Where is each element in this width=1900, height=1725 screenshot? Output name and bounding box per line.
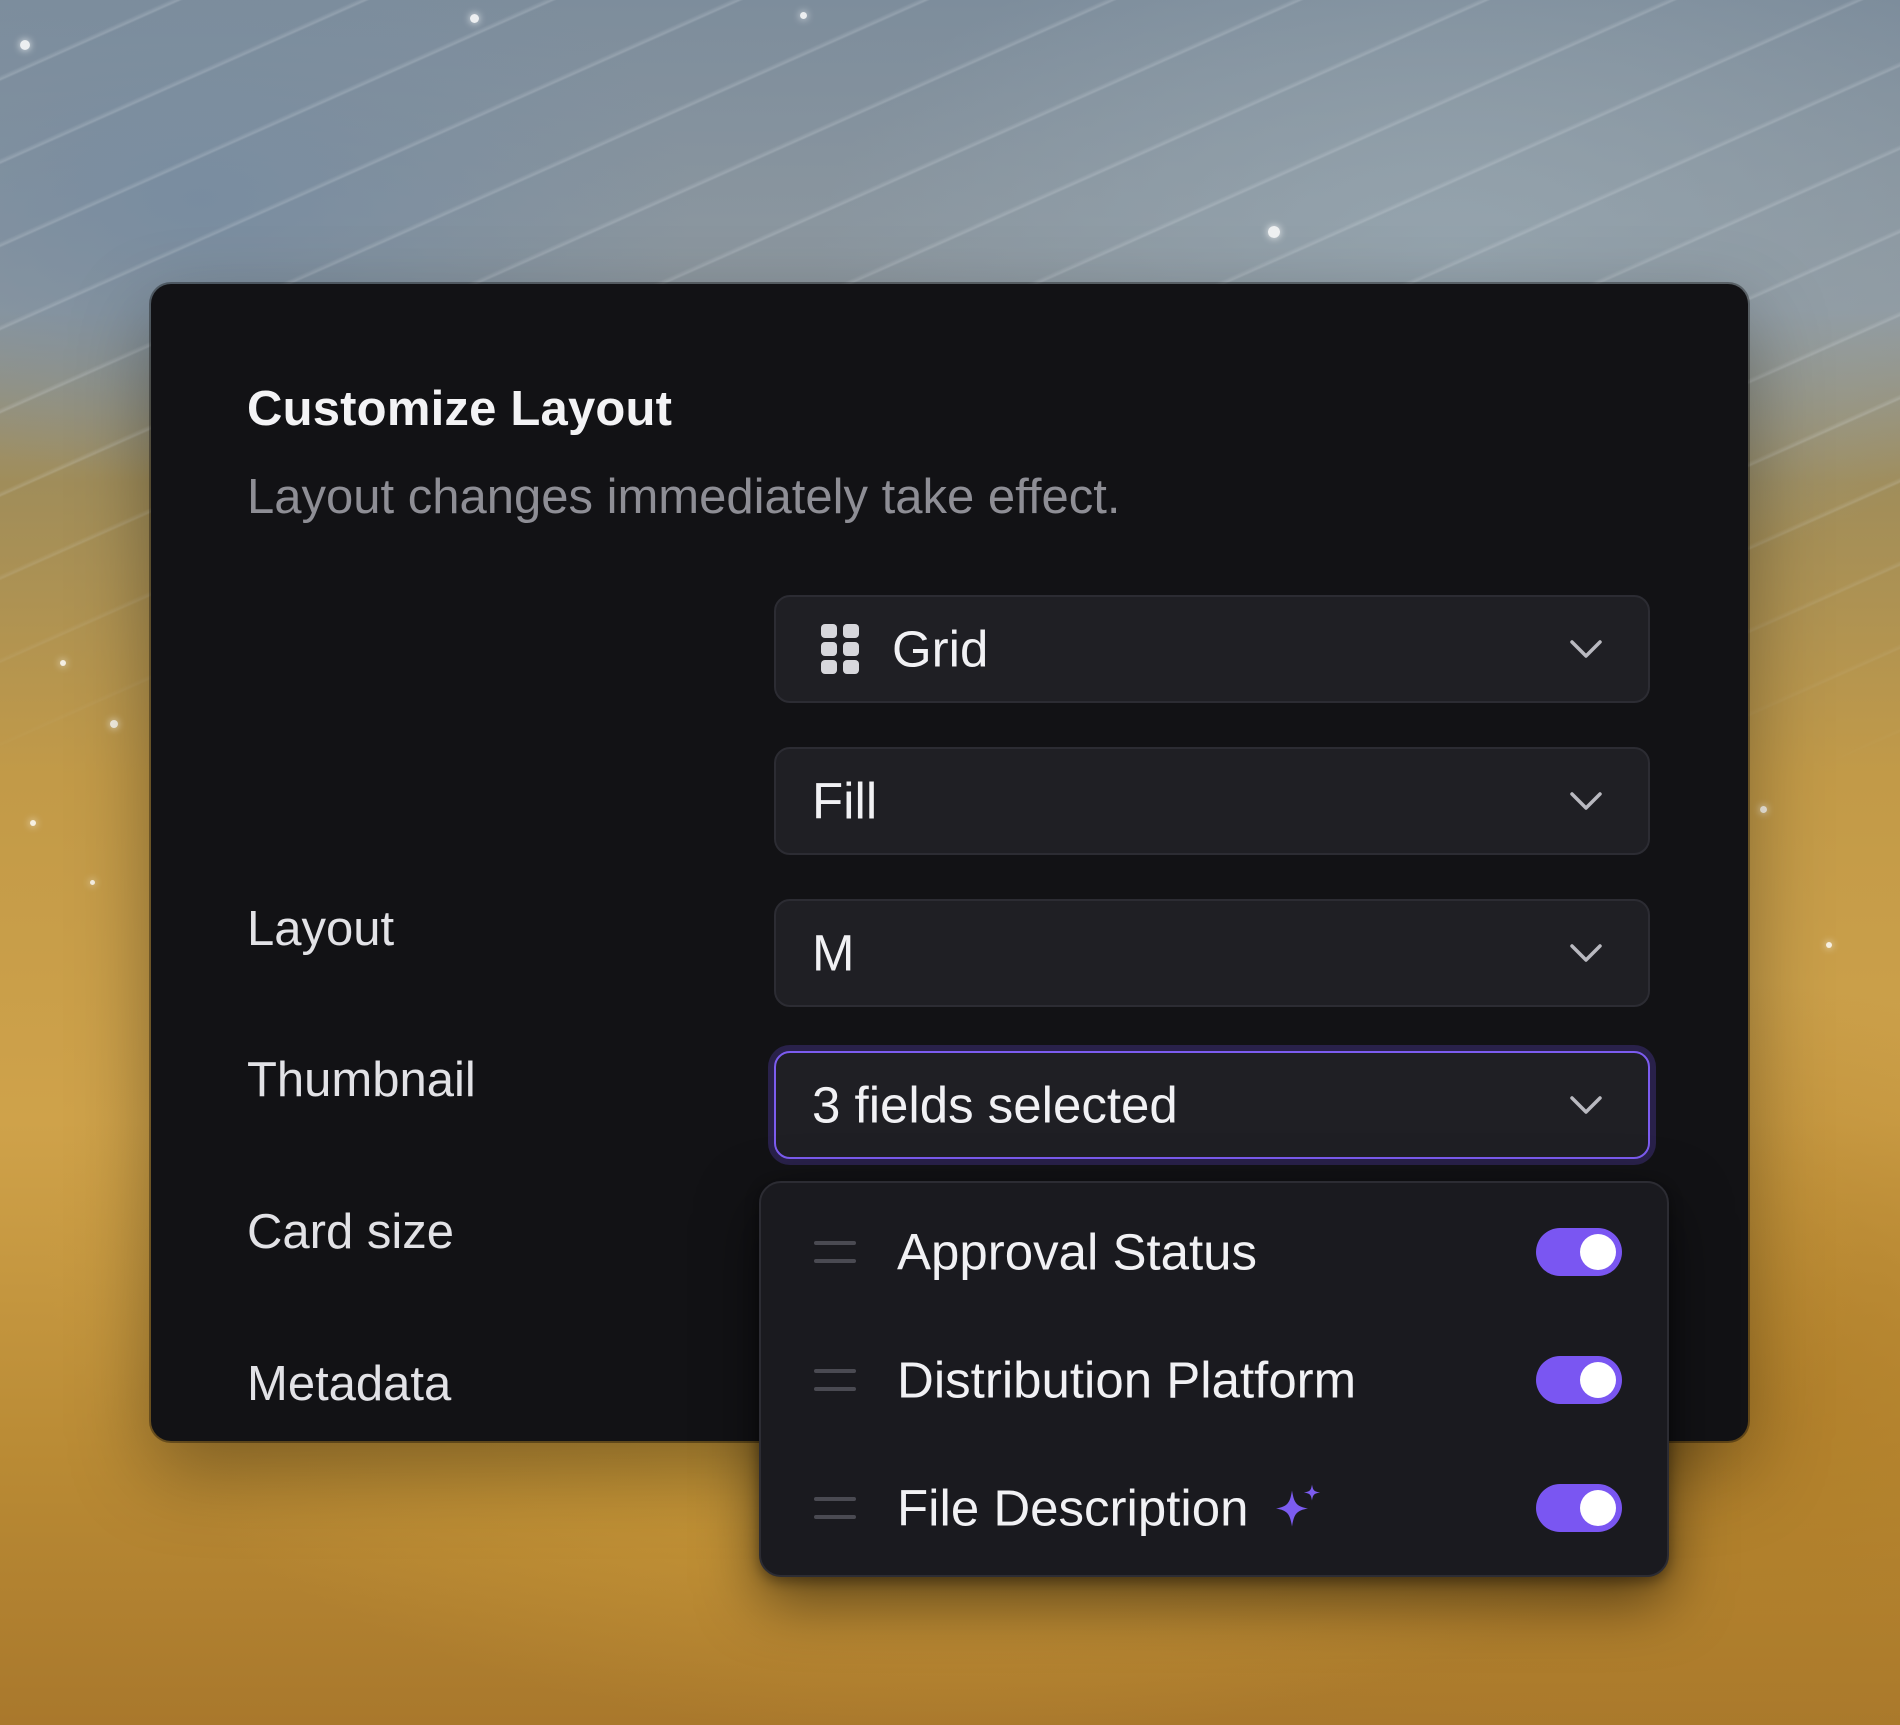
chevron-down-icon: [1570, 944, 1602, 962]
card-size-select-value: M: [812, 924, 855, 982]
toggle-knob: [1580, 1490, 1616, 1526]
file-description-toggle[interactable]: [1536, 1484, 1622, 1532]
sparkle-icon: [1276, 1484, 1321, 1527]
metadata-select[interactable]: 3 fields selected: [774, 1051, 1650, 1159]
drag-handle-icon[interactable]: [814, 1241, 856, 1263]
layout-select[interactable]: Grid: [774, 595, 1650, 703]
metadata-label: Metadata: [247, 1357, 452, 1411]
drag-handle-icon[interactable]: [814, 1497, 856, 1519]
chevron-down-icon: [1570, 640, 1602, 658]
background-sparkle: [60, 660, 66, 666]
toggle-knob: [1580, 1362, 1616, 1398]
thumbnail-label: Thumbnail: [247, 1053, 476, 1107]
grid-icon: [821, 624, 859, 674]
card-size-label: Card size: [247, 1205, 454, 1259]
background-sparkle: [30, 820, 36, 826]
metadata-item-label: File Description: [897, 1479, 1249, 1537]
list-item: File Description: [761, 1444, 1667, 1572]
layout-label: Layout: [247, 902, 395, 956]
background-sparkle: [20, 40, 30, 50]
panel-title: Customize Layout: [247, 382, 673, 436]
metadata-item-label: Distribution Platform: [897, 1351, 1357, 1409]
chevron-down-icon: [1570, 1096, 1602, 1114]
metadata-item-label: Approval Status: [897, 1223, 1258, 1281]
list-item: Distribution Platform: [761, 1316, 1667, 1444]
background-sparkle: [470, 14, 479, 23]
list-item: Approval Status: [761, 1188, 1667, 1316]
approval-status-toggle[interactable]: [1536, 1228, 1622, 1276]
card-size-select[interactable]: M: [774, 899, 1650, 1007]
metadata-dropdown: Approval Status Distribution Platform Fi…: [759, 1181, 1669, 1577]
background-sparkle: [1268, 226, 1280, 238]
toggle-knob: [1580, 1234, 1616, 1270]
background-sparkle: [1760, 806, 1767, 813]
background-sparkle: [1826, 942, 1832, 948]
panel-subtitle: Layout changes immediately take effect.: [247, 470, 1121, 524]
layout-select-value: Grid: [892, 620, 989, 678]
thumbnail-select-value: Fill: [812, 772, 878, 830]
drag-handle-icon[interactable]: [814, 1369, 856, 1391]
background-sparkle: [800, 12, 807, 19]
distribution-platform-toggle[interactable]: [1536, 1356, 1622, 1404]
background-sparkle: [110, 720, 118, 728]
chevron-down-icon: [1570, 792, 1602, 810]
metadata-item-label-wrap: File Description: [897, 1479, 1324, 1538]
thumbnail-select[interactable]: Fill: [774, 747, 1650, 855]
metadata-select-value: 3 fields selected: [812, 1076, 1178, 1134]
background-sparkle: [90, 880, 95, 885]
